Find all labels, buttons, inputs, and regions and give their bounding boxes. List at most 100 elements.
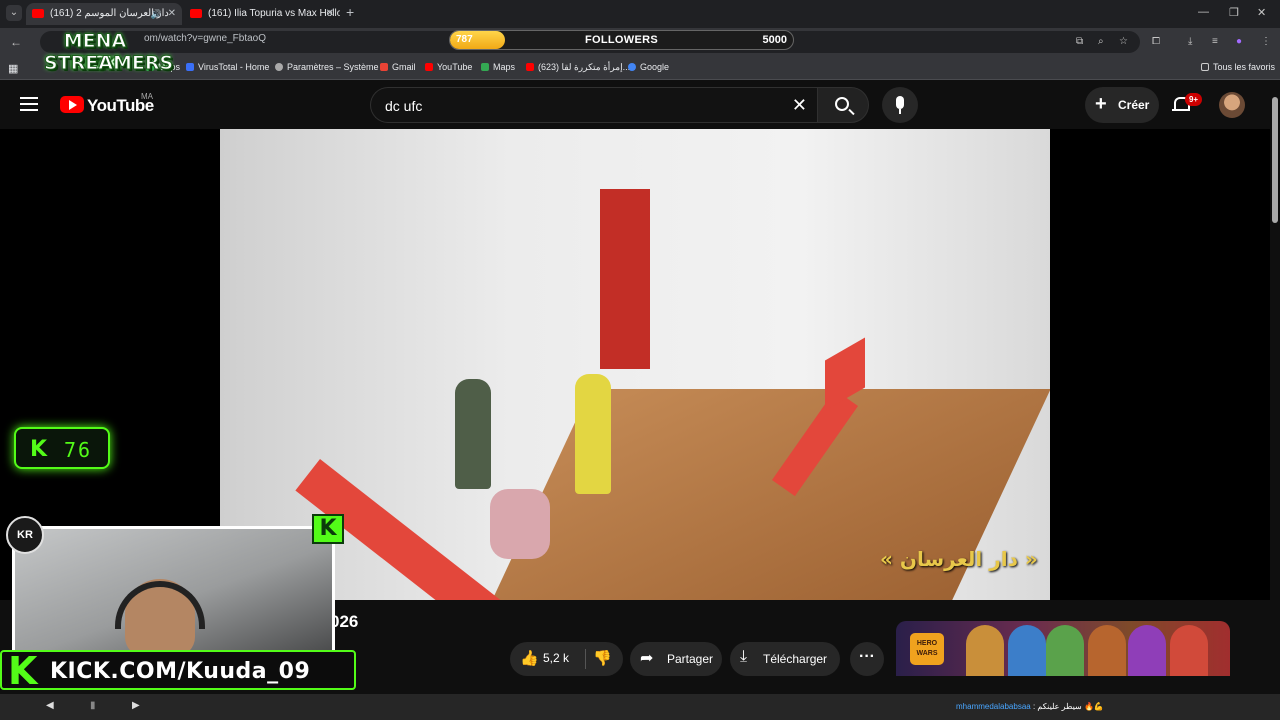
close-tab-icon[interactable]: ✕ [326, 3, 334, 25]
bookmark-maps-2[interactable]: Maps [481, 62, 515, 72]
hero-wars-logo: HERO WARS [910, 633, 944, 665]
share-button[interactable]: ➦ Partager [630, 642, 722, 676]
tab-search-icon[interactable]: ⌄ [6, 5, 22, 21]
bookmark-virustotal[interactable]: VirusTotal - Home [186, 62, 269, 72]
like-thumb-icon[interactable]: 👍 [520, 649, 539, 667]
search-icon [835, 97, 849, 111]
followers-goal-bar: 787 FOLLOWERS 5000 [449, 30, 794, 50]
share-label: Partager [667, 652, 714, 666]
menu-kebab-icon[interactable]: ⋮ [1261, 36, 1271, 47]
new-tab-button[interactable]: + [346, 4, 354, 20]
media-icon[interactable]: ≡ [1212, 36, 1218, 47]
all-bookmarks[interactable]: Tous les favoris [1201, 62, 1275, 72]
tab-topuria[interactable]: (161) Ilia Topuria vs Max Hollow ✕ [184, 3, 340, 25]
back-icon[interactable]: ← [10, 35, 22, 49]
create-label: Créer [1118, 98, 1150, 112]
next-icon[interactable]: ▶ [132, 700, 140, 711]
logo-line-2: STREAMERS [44, 52, 174, 75]
ad-character [1046, 625, 1084, 676]
chat-username: mhammedalababsaa [956, 702, 1031, 711]
gmail-icon [380, 63, 388, 71]
apps-grid-icon[interactable]: ▦ [8, 62, 18, 75]
video-watermark: « دار العرسان » [880, 547, 1038, 571]
kick-channel-banner: K KICK.COM/Kuuda_09 [0, 650, 356, 690]
bookmark-youtube[interactable]: YouTube [425, 62, 472, 72]
bookmark-arabic-video[interactable]: (623) إمرأة متكررة لقا... [526, 62, 630, 73]
zoom-icon[interactable]: ⌕ [1098, 36, 1104, 47]
country-code: MA [141, 92, 153, 101]
youtube-favicon-icon [190, 9, 202, 18]
ad-character [1088, 625, 1126, 676]
chat-text: : سيطر علينكم 🔥💪 [1032, 702, 1104, 711]
kick-channel-url: KICK.COM/Kuuda_09 [50, 659, 311, 684]
video-scene-person-1 [455, 379, 491, 489]
youtube-logo-icon[interactable] [60, 96, 84, 113]
hero-wars-ad-banner[interactable]: HERO WARS [896, 621, 1230, 676]
youtube-favicon-icon [32, 9, 44, 18]
plus-icon: + [1095, 93, 1107, 115]
clear-search-icon[interactable]: ✕ [792, 95, 807, 116]
download-button[interactable]: ⤓ Télécharger [730, 642, 840, 676]
kick-k-badge-icon: K [312, 514, 344, 544]
bookmark-settings[interactable]: Paramètres – Système [275, 62, 379, 72]
search-box[interactable]: dc ufc ✕ [370, 87, 817, 123]
headset-icon [115, 581, 205, 629]
close-tab-icon[interactable]: ✕ [168, 3, 176, 25]
dislike-thumb-icon[interactable]: 👎 [593, 649, 612, 667]
download-arrow-icon: ⤓ [740, 648, 748, 665]
streamer-webcam [12, 526, 335, 654]
bottom-strip: ◀ ▮ ▶ mhammedalababsaa : سيطر علينكم 🔥💪 [0, 694, 1280, 720]
like-dislike-pill: 👍 5,2 k 👎 [510, 642, 623, 676]
create-button[interactable]: + Créer [1085, 87, 1159, 123]
like-divider [585, 649, 586, 669]
ad-character [1008, 625, 1046, 676]
download-label: Télécharger [763, 652, 828, 666]
bookmark-gmail[interactable]: Gmail [380, 62, 416, 72]
prev-icon[interactable]: ◀ [46, 700, 54, 711]
chat-message: mhammedalababsaa : سيطر علينكم 🔥💪 [956, 702, 1104, 711]
youtube-icon [425, 63, 433, 71]
ad-character [1128, 625, 1166, 676]
browser-tabstrip: ⌄ دار العرسان الموسم 2 (161) 🔊 ✕ (161) I… [0, 0, 1280, 28]
search-input[interactable]: dc ufc [385, 98, 422, 114]
page-scrollbar[interactable] [1270, 81, 1280, 694]
search-button[interactable] [817, 87, 869, 123]
minimize-icon[interactable]: — [1198, 6, 1209, 18]
gear-icon [275, 63, 283, 71]
virustotal-icon [186, 63, 194, 71]
install-app-icon[interactable]: ⧉ [1076, 36, 1083, 47]
tab-title: (161) Ilia Topuria vs Max Hollow [208, 8, 340, 19]
video-player[interactable]: « دار العرسان » [220, 129, 1050, 600]
followers-goal: 5000 [762, 34, 787, 46]
kick-logo-icon: K [30, 437, 48, 462]
speaker-icon[interactable]: 🔊 [151, 3, 162, 25]
more-actions-icon[interactable]: ··· [850, 642, 884, 676]
restore-icon[interactable]: ❐ [1229, 6, 1239, 19]
tab-active-video[interactable]: دار العرسان الموسم 2 (161) 🔊 ✕ [26, 3, 182, 25]
video-scene-person-3 [490, 489, 550, 559]
youtube-icon [526, 63, 534, 71]
google-icon [628, 63, 636, 71]
download-icon[interactable]: ⤓ [1188, 36, 1192, 47]
bookmark-star-icon[interactable]: ☆ [1119, 36, 1128, 47]
ad-character [1170, 625, 1208, 676]
followers-label: FOLLOWERS [585, 34, 658, 46]
url-text[interactable]: om/watch?v=gwne_FbtaoQ [144, 33, 266, 44]
scrollbar-thumb[interactable] [1272, 97, 1278, 223]
close-window-icon[interactable]: ✕ [1257, 6, 1266, 19]
kick-banner-logo-icon: K [8, 649, 38, 693]
maps-icon [481, 63, 489, 71]
voice-search-mic-icon[interactable] [882, 87, 918, 123]
hamburger-menu-icon[interactable] [20, 97, 38, 111]
share-arrow-icon: ➦ [640, 650, 654, 667]
notifications-badge: 9+ [1185, 93, 1202, 106]
like-count[interactable]: 5,2 k [543, 651, 569, 665]
pause-icon[interactable]: ▮ [90, 700, 96, 711]
bookmark-google[interactable]: Google [628, 62, 669, 72]
extensions-icon[interactable]: ⧠ [1152, 36, 1160, 47]
video-scene-person-2 [575, 374, 611, 494]
ad-character [966, 625, 1004, 676]
profile-icon[interactable]: ● [1236, 36, 1242, 47]
streamer-seal-badge: KR [6, 516, 44, 554]
account-avatar[interactable] [1219, 92, 1245, 118]
